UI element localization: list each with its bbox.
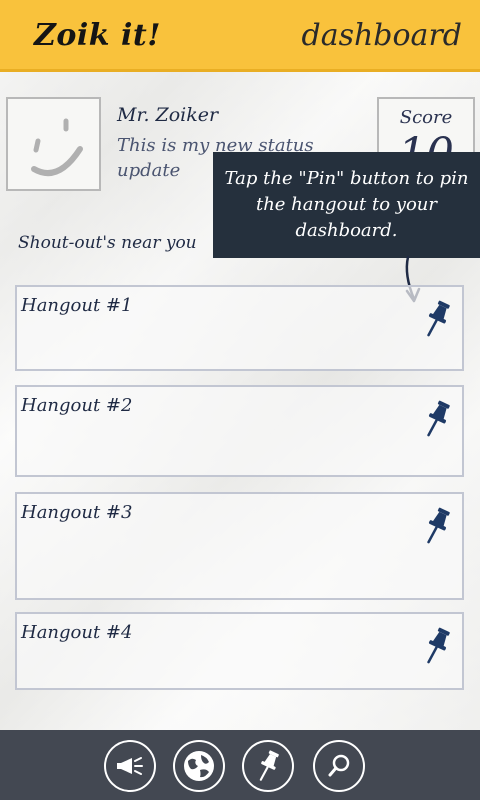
header-bar: Zoik it! dashboard	[0, 0, 480, 72]
shout-button[interactable]	[104, 740, 156, 792]
pin-tooltip: Tap the "Pin" button to pin the hangout …	[213, 152, 480, 258]
pin-icon[interactable]	[422, 399, 452, 439]
search-button[interactable]	[313, 740, 365, 792]
hangout-card[interactable]: Hangout #1	[15, 285, 464, 371]
pin-icon[interactable]	[422, 626, 452, 666]
app-title: Zoik it!	[34, 18, 161, 53]
pinned-button[interactable]	[242, 740, 294, 792]
globe-icon	[184, 751, 214, 781]
hangout-label: Hangout #1	[21, 295, 133, 316]
hangout-card[interactable]: Hangout #2	[15, 385, 464, 477]
megaphone-icon	[117, 757, 143, 775]
hangout-card[interactable]: Hangout #3	[15, 492, 464, 600]
search-icon	[328, 754, 350, 777]
pin-icon	[259, 750, 279, 781]
hangout-label: Hangout #4	[21, 622, 133, 643]
explore-button[interactable]	[173, 740, 225, 792]
avatar[interactable]	[6, 97, 101, 191]
section-label: Shout-out's near you	[18, 233, 197, 253]
user-name: Mr. Zoiker	[117, 104, 219, 126]
hangout-label: Hangout #2	[21, 395, 133, 416]
hangout-card[interactable]: Hangout #4	[15, 612, 464, 690]
page-title: dashboard	[301, 18, 462, 53]
bottom-app-bar	[0, 730, 480, 800]
hangout-label: Hangout #3	[21, 502, 133, 523]
pin-icon[interactable]	[422, 506, 452, 546]
pin-icon[interactable]	[422, 299, 452, 339]
smiley-icon	[31, 118, 83, 176]
score-label: Score	[399, 107, 453, 128]
